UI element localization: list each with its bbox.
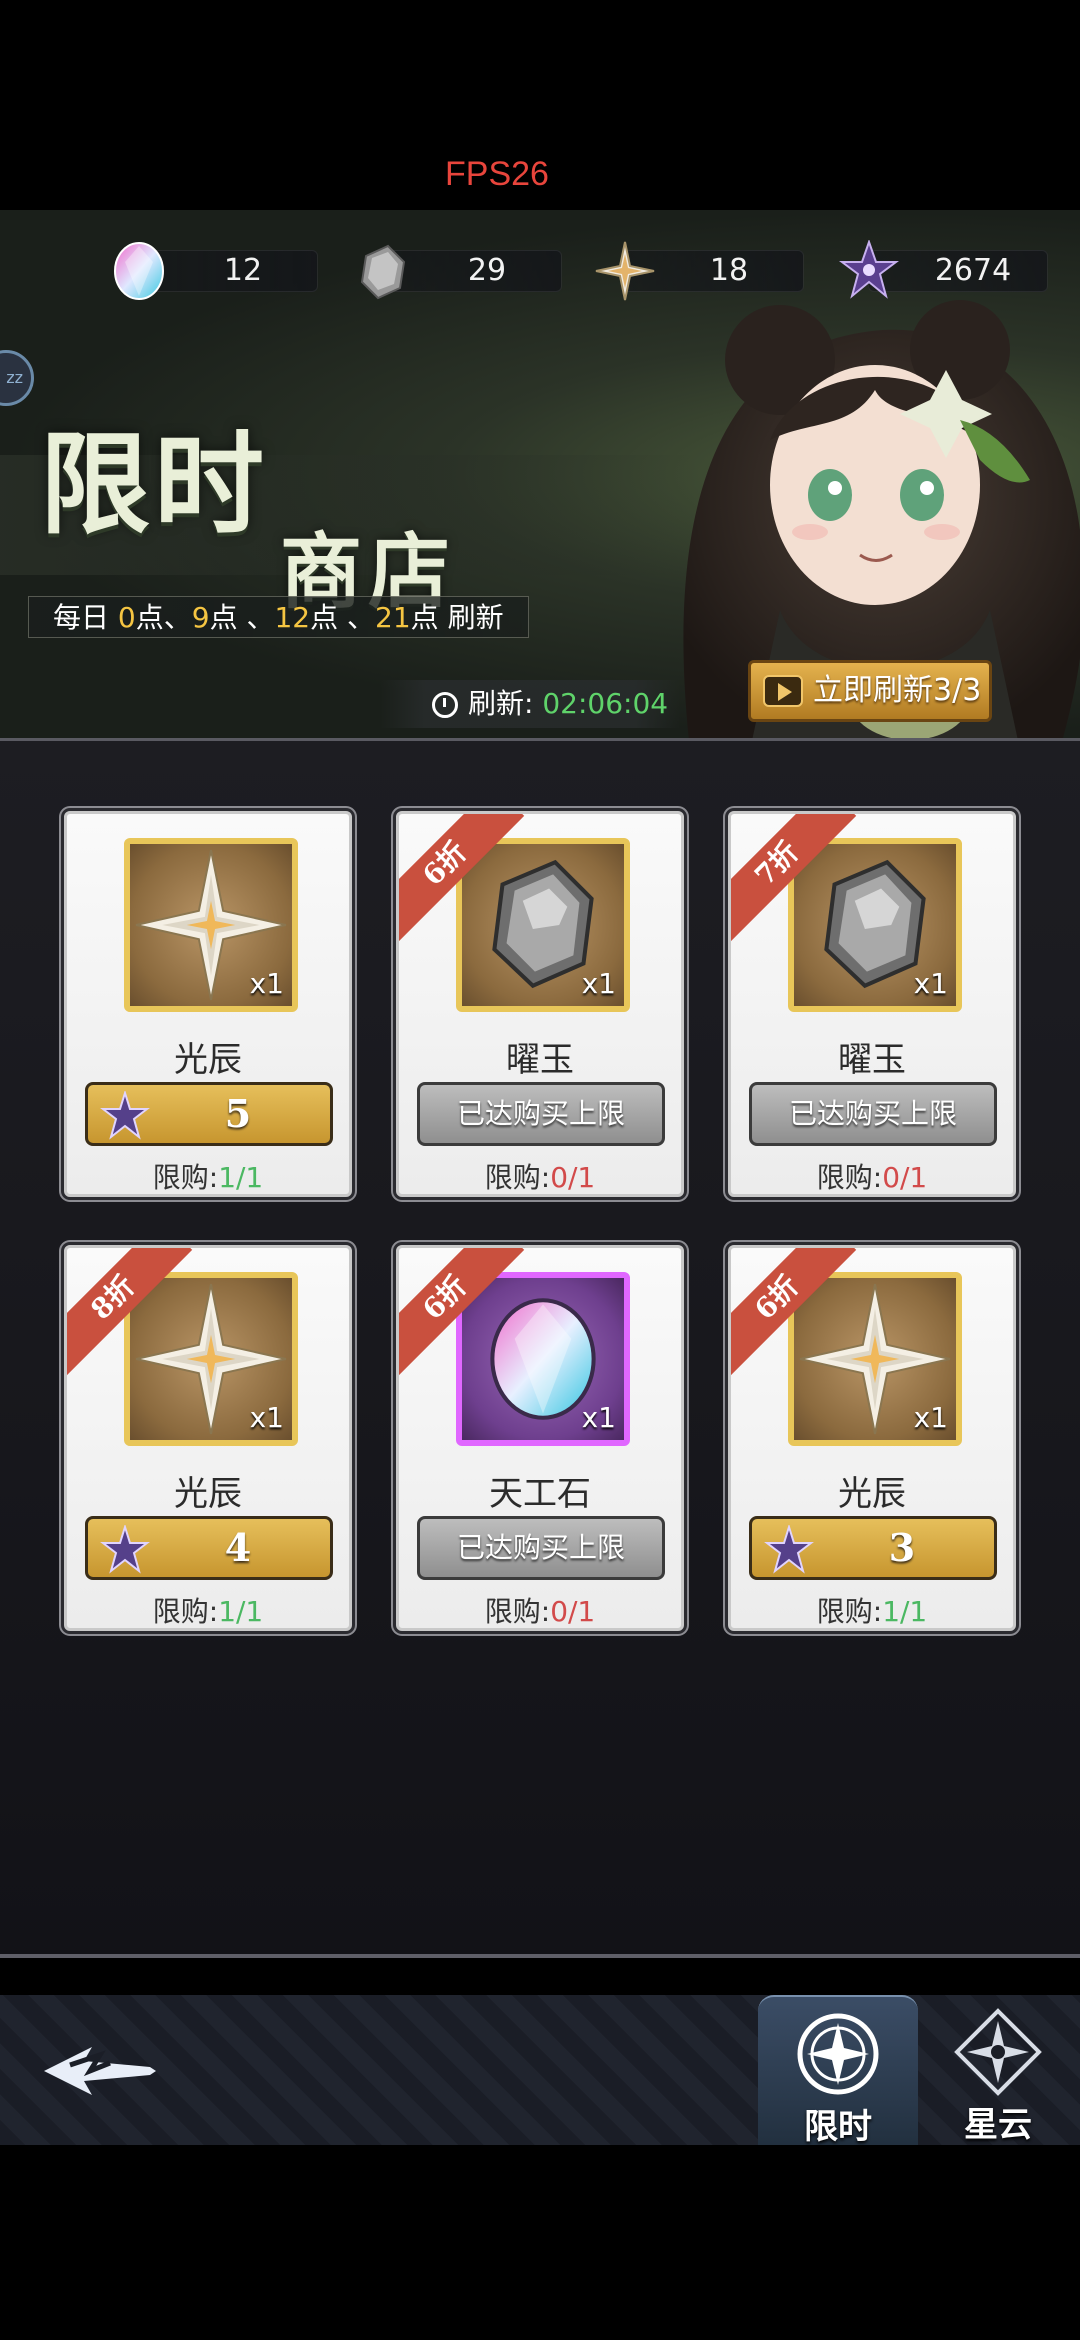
limit-value: 0/1: [550, 1595, 596, 1628]
item-quantity: x1: [913, 967, 948, 1000]
refresh-hour-2: 9: [191, 601, 210, 634]
discount-label: 6折: [399, 1248, 525, 1378]
refresh-unit-1: 点、: [135, 601, 192, 634]
purchase-limit: 限购:0/1: [399, 1590, 681, 1628]
refresh-unit-2: 点 、: [209, 601, 275, 634]
discount-label: 7折: [731, 814, 857, 944]
limit-label: 限购:: [484, 1161, 551, 1194]
refresh-hour-4: 21: [375, 601, 411, 634]
nebula-star-icon: [954, 2008, 1042, 2096]
discount-ribbon: 8折: [67, 1248, 197, 1378]
currency-value: 29: [467, 253, 507, 288]
discount-label: 6折: [731, 1248, 857, 1378]
purchase-limit: 限购:0/1: [731, 1156, 1013, 1194]
banner-title: 限时: [40, 420, 268, 549]
limit-label: 限购:: [152, 1595, 219, 1628]
item-quantity: x1: [581, 1401, 616, 1434]
currency-value: 2674: [934, 253, 1012, 288]
refresh-countdown: 刷新: 02:06:04: [380, 680, 680, 728]
currency-value: 18: [709, 253, 749, 288]
limit-label: 限购:: [816, 1161, 883, 1194]
item-quantity: x1: [249, 1401, 284, 1434]
limit-value: 1/1: [218, 1161, 264, 1194]
refresh-unit-3: 点 、: [310, 601, 376, 634]
shop-content: x1 光辰 5 限购:1/1 x1 6折 曜玉 已达购买上限 限购:0/1 x1…: [0, 738, 1080, 1958]
item-quantity: x1: [581, 967, 616, 1000]
rainbow-gem-icon: [114, 242, 164, 300]
shop-item-card[interactable]: x1 6折 天工石 已达购买上限 限购:0/1: [396, 1245, 684, 1631]
discount-ribbon: 7折: [731, 814, 861, 944]
buy-button[interactable]: 5: [85, 1082, 333, 1146]
bottom-nav: 限时 星云: [0, 1995, 1080, 2147]
refresh-hour-3: 12: [274, 601, 311, 634]
item-quantity: x1: [913, 1401, 948, 1434]
limit-label: 限购:: [152, 1161, 219, 1194]
item-price: 4: [224, 1525, 252, 1570]
silver-star-icon: [595, 241, 655, 301]
purchase-limit: 限购:1/1: [731, 1590, 1013, 1628]
currency-bar: 12 29 18 2674: [0, 240, 1080, 310]
item-name: 天工石: [489, 1474, 591, 1514]
tab-label: 星云: [964, 2105, 1032, 2145]
discount-ribbon: 6折: [399, 814, 529, 944]
compass-icon: [797, 2013, 879, 2095]
limit-label: 限购:: [816, 1595, 883, 1628]
item-quantity: x1: [249, 967, 284, 1000]
instant-refresh-label: 立即刷新3/3: [813, 673, 982, 708]
tab-limited[interactable]: 限时: [758, 1995, 918, 2147]
item-name: 曜玉: [838, 1040, 906, 1080]
tab-nebula[interactable]: 星云: [918, 1995, 1078, 2145]
limit-label: 限购:: [484, 1595, 551, 1628]
purple-star-icon: [764, 1525, 814, 1574]
purchase-limit: 限购:1/1: [67, 1156, 349, 1194]
shop-item-card[interactable]: x1 8折 光辰 4 限购:1/1: [64, 1245, 352, 1631]
gray-stone-icon: [360, 244, 406, 300]
discount-ribbon: 6折: [399, 1248, 529, 1378]
item-price: 5: [224, 1091, 252, 1136]
refresh-prefix: 每日: [53, 601, 118, 634]
discount-label: 6折: [399, 814, 525, 944]
fps-counter: FPS26: [445, 155, 549, 193]
item-name: 曜玉: [506, 1040, 574, 1080]
refresh-schedule: 每日 0点、9点 、12点 、21点 刷新: [28, 596, 529, 638]
buy-button[interactable]: 4: [85, 1516, 333, 1580]
limit-reached-button: 已达购买上限: [417, 1082, 665, 1146]
countdown-label: 刷新:: [468, 687, 543, 720]
item-icon-frame: x1: [124, 838, 298, 1012]
purchase-limit: 限购:0/1: [399, 1156, 681, 1194]
instant-refresh-button[interactable]: 立即刷新3/3: [748, 660, 992, 722]
item-name: 光辰: [174, 1040, 242, 1080]
countdown-time: 02:06:04: [542, 687, 669, 720]
buy-button[interactable]: 3: [749, 1516, 997, 1580]
limit-value: 1/1: [218, 1595, 264, 1628]
shop-item-card[interactable]: x1 6折 光辰 3 限购:1/1: [728, 1245, 1016, 1631]
discount-label: 8折: [67, 1248, 193, 1378]
video-play-icon: [763, 675, 803, 707]
refresh-unit-4: 点 刷新: [410, 601, 504, 634]
purple-star-icon: [100, 1525, 150, 1574]
limit-value: 0/1: [550, 1161, 596, 1194]
purchase-limit: 限购:1/1: [67, 1590, 349, 1628]
limit-value: 0/1: [882, 1161, 928, 1194]
limit-reached-button: 已达购买上限: [749, 1082, 997, 1146]
shop-item-card[interactable]: x1 6折 曜玉 已达购买上限 限购:0/1: [396, 811, 684, 1197]
currency-value: 12: [223, 253, 263, 288]
shop-item-card[interactable]: x1 7折 曜玉 已达购买上限 限购:0/1: [728, 811, 1016, 1197]
divider: [0, 1954, 1080, 1958]
item-price: 3: [888, 1525, 916, 1570]
clock-icon: [432, 692, 458, 718]
tab-label: 限时: [804, 2107, 872, 2147]
shop-item-card[interactable]: x1 光辰 5 限购:1/1: [64, 811, 352, 1197]
limit-reached-button: 已达购买上限: [417, 1516, 665, 1580]
purple-star-icon: [100, 1091, 150, 1140]
back-arrow-icon[interactable]: [40, 2035, 160, 2105]
item-name: 光辰: [174, 1474, 242, 1514]
discount-ribbon: 6折: [731, 1248, 861, 1378]
item-name: 光辰: [838, 1474, 906, 1514]
purple-star-icon: [839, 240, 899, 299]
refresh-hour-1: 0: [117, 601, 136, 634]
limit-value: 1/1: [882, 1595, 928, 1628]
